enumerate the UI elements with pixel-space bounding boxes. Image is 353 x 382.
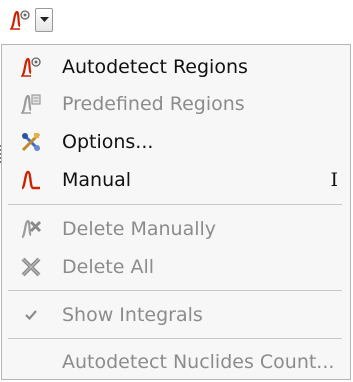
options-icon xyxy=(18,130,44,154)
integration-icon[interactable] xyxy=(7,7,33,33)
chevron-down-icon xyxy=(39,17,49,22)
menu-item-manual[interactable]: Manual I xyxy=(2,161,350,198)
menu-separator xyxy=(8,290,342,291)
menu-item-options[interactable]: Options... xyxy=(2,123,350,160)
integration-split-button[interactable] xyxy=(3,2,53,38)
predefined-regions-icon xyxy=(18,92,44,116)
menu-item-delete-manually[interactable]: Delete Manually xyxy=(2,210,350,247)
menu-item-label: Autodetect Regions xyxy=(62,55,248,78)
menu-item-label: Options... xyxy=(62,130,154,153)
menu-item-label: Delete All xyxy=(62,255,155,278)
menu-item-label: Delete Manually xyxy=(62,217,217,240)
menu-item-label: Manual xyxy=(62,168,132,191)
menu-separator xyxy=(8,338,342,339)
menu-item-autodetect-nuclides-count[interactable]: Autodetect Nuclides Count... xyxy=(2,343,350,380)
dropdown-arrow-button[interactable] xyxy=(35,8,53,32)
delete-manually-icon xyxy=(18,217,44,241)
toolbar xyxy=(0,0,353,46)
menu-separator xyxy=(8,204,342,205)
dropdown-menu: Autodetect Regions Predefined Regions Op… xyxy=(1,44,351,380)
menu-item-label: Predefined Regions xyxy=(62,92,245,115)
autodetect-regions-icon xyxy=(18,55,44,79)
menu-item-delete-all[interactable]: Delete All xyxy=(2,248,350,285)
menu-item-label: Autodetect Nuclides Count... xyxy=(62,350,335,373)
checkmark-icon xyxy=(18,303,44,327)
menu-item-label: Show Integrals xyxy=(62,303,203,326)
menu-item-shortcut: I xyxy=(330,168,338,191)
menu-item-autodetect-regions[interactable]: Autodetect Regions xyxy=(2,48,350,85)
menu-item-show-integrals[interactable]: Show Integrals xyxy=(2,296,350,333)
manual-icon xyxy=(18,168,44,192)
delete-all-icon xyxy=(18,255,44,279)
menu-item-predefined-regions[interactable]: Predefined Regions xyxy=(2,85,350,122)
